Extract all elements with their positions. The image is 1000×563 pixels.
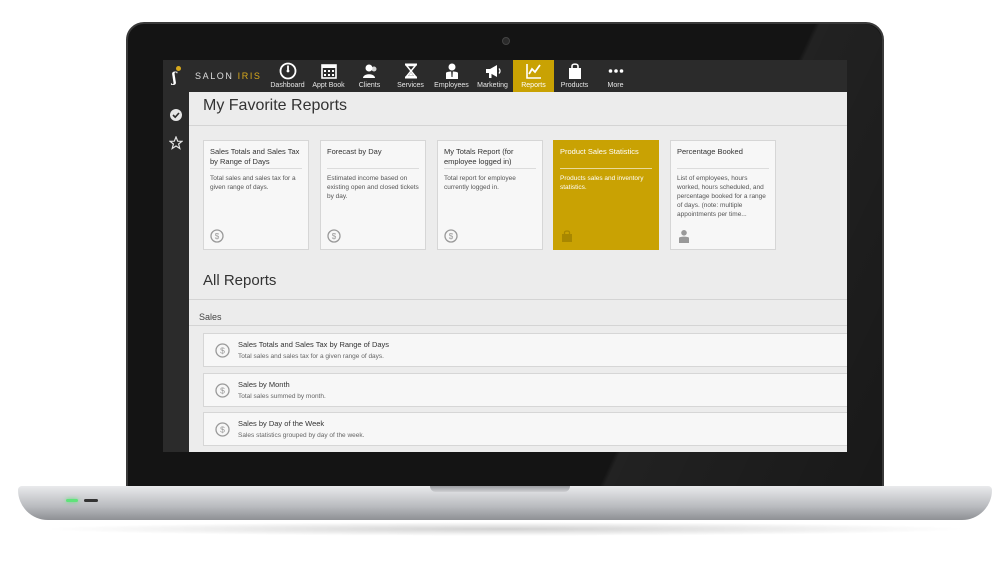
favorite-report-card[interactable]: Forecast by Day Estimated income based o… bbox=[320, 140, 426, 250]
nav-item-clients[interactable]: Clients bbox=[349, 60, 390, 92]
report-description: Total sales summed by month. bbox=[238, 393, 326, 400]
svg-text:$: $ bbox=[449, 232, 454, 241]
nav-item-dashboard[interactable]: Dashboard bbox=[267, 60, 308, 92]
report-list-item[interactable]: $ Sales Totals and Sales Tax by Range of… bbox=[203, 333, 847, 367]
nav-label: Marketing bbox=[477, 82, 508, 89]
app-screen: ʃ SALON IRIS Dashboard Appt Book Clients… bbox=[163, 60, 847, 452]
dollar-coin-icon: $ bbox=[210, 229, 224, 243]
shopping-bag-icon bbox=[566, 62, 584, 80]
svg-text:$: $ bbox=[220, 425, 225, 435]
favorite-report-card-featured[interactable]: Product Sales Statistics Products sales … bbox=[553, 140, 659, 250]
svg-text:$: $ bbox=[332, 232, 337, 241]
chart-icon bbox=[525, 62, 543, 80]
camera-icon bbox=[502, 37, 510, 45]
card-description: Estimated income based on existing open … bbox=[327, 175, 419, 200]
more-dots-icon bbox=[607, 62, 625, 80]
favorite-report-card[interactable]: Percentage Booked List of employees, hou… bbox=[670, 140, 776, 250]
report-title: Sales Totals and Sales Tax by Range of D… bbox=[238, 340, 390, 349]
employee-icon bbox=[443, 62, 461, 80]
nav-label: Products bbox=[560, 82, 589, 89]
report-title: Sales by Day of the Week bbox=[238, 419, 325, 428]
laptop-opening-notch bbox=[430, 486, 570, 492]
nav-label: Employees bbox=[434, 82, 469, 89]
laptop-frame: ʃ SALON IRIS Dashboard Appt Book Clients… bbox=[0, 0, 1000, 563]
dollar-coin-icon: $ bbox=[444, 229, 458, 243]
nav-item-products[interactable]: Products bbox=[554, 60, 595, 92]
logo-text-accent: IRIS bbox=[237, 71, 262, 81]
card-title: Product Sales Statistics bbox=[560, 147, 652, 169]
dollar-coin-icon: $ bbox=[215, 343, 230, 358]
logo-text: SALON IRIS bbox=[195, 71, 262, 81]
main-nav: Dashboard Appt Book Clients Services Emp… bbox=[267, 60, 636, 92]
svg-text:$: $ bbox=[220, 386, 225, 396]
left-sidebar bbox=[163, 92, 189, 452]
dollar-coin-icon: $ bbox=[215, 422, 230, 437]
card-description: Total sales and sales tax for a given ra… bbox=[210, 175, 296, 191]
nav-label: Clients bbox=[358, 82, 381, 89]
calendar-icon bbox=[320, 62, 338, 80]
report-title: Sales by Month bbox=[238, 380, 290, 389]
favorites-heading: My Favorite Reports bbox=[203, 97, 348, 114]
all-reports-heading: All Reports bbox=[203, 272, 277, 289]
section-label-sales: Sales bbox=[199, 312, 222, 322]
nav-item-reports[interactable]: Reports bbox=[513, 60, 554, 92]
nav-item-more[interactable]: More bbox=[595, 60, 636, 92]
svg-text:$: $ bbox=[220, 346, 225, 356]
card-description: Total report for employee currently logg… bbox=[444, 175, 516, 191]
power-led-icon bbox=[66, 499, 78, 502]
nav-item-marketing[interactable]: Marketing bbox=[472, 60, 513, 92]
card-title: Forecast by Day bbox=[327, 147, 419, 169]
hourglass-icon bbox=[402, 62, 420, 80]
divider bbox=[189, 299, 847, 300]
dollar-coin-icon: $ bbox=[215, 383, 230, 398]
report-list-item[interactable]: $ Sales by Month Total sales summed by m… bbox=[203, 373, 847, 407]
laptop-shadow bbox=[40, 522, 970, 536]
report-description: Sales statistics grouped by day of the w… bbox=[238, 432, 365, 439]
favorite-report-card[interactable]: Sales Totals and Sales Tax by Range of D… bbox=[203, 140, 309, 250]
nav-item-appt-book[interactable]: Appt Book bbox=[308, 60, 349, 92]
star-icon[interactable] bbox=[168, 135, 184, 150]
svg-text:$: $ bbox=[215, 232, 220, 241]
reports-content: My Favorite Reports Sales Totals and Sal… bbox=[189, 92, 847, 452]
nav-item-employees[interactable]: Employees bbox=[431, 60, 472, 92]
nav-label: Dashboard bbox=[270, 82, 305, 89]
nav-label: Services bbox=[397, 82, 424, 89]
divider bbox=[189, 325, 847, 326]
divider bbox=[189, 125, 847, 126]
logo-text-main: SALON bbox=[195, 71, 234, 81]
logo-mark-icon: ʃ bbox=[171, 66, 185, 86]
nav-label: Reports bbox=[521, 82, 546, 89]
nav-label: More bbox=[607, 82, 624, 89]
card-title: My Totals Report (for employee logged in… bbox=[444, 147, 536, 169]
card-title: Percentage Booked bbox=[677, 147, 769, 169]
nav-item-services[interactable]: Services bbox=[390, 60, 431, 92]
status-led-icon bbox=[84, 499, 98, 502]
report-description: Total sales and sales tax for a given ra… bbox=[238, 353, 384, 360]
card-description: List of employees, hours worked, hours s… bbox=[677, 175, 766, 218]
employee-icon bbox=[677, 229, 691, 243]
shopping-bag-icon bbox=[560, 229, 574, 243]
report-list-item[interactable]: $ Sales by Day of the Week Sales statist… bbox=[203, 412, 847, 446]
card-description: Products sales and inventory statistics. bbox=[560, 175, 644, 191]
salon-iris-logo[interactable]: ʃ SALON IRIS bbox=[163, 60, 267, 92]
top-navigation-bar: ʃ SALON IRIS Dashboard Appt Book Clients… bbox=[163, 60, 847, 92]
favorite-report-card[interactable]: My Totals Report (for employee logged in… bbox=[437, 140, 543, 250]
megaphone-icon bbox=[484, 62, 502, 80]
dollar-coin-icon: $ bbox=[327, 229, 341, 243]
check-circle-icon[interactable] bbox=[169, 108, 183, 122]
card-title: Sales Totals and Sales Tax by Range of D… bbox=[210, 147, 302, 169]
nav-label: Appt Book bbox=[312, 82, 345, 89]
dashboard-icon bbox=[279, 62, 297, 80]
clients-icon bbox=[361, 62, 379, 80]
